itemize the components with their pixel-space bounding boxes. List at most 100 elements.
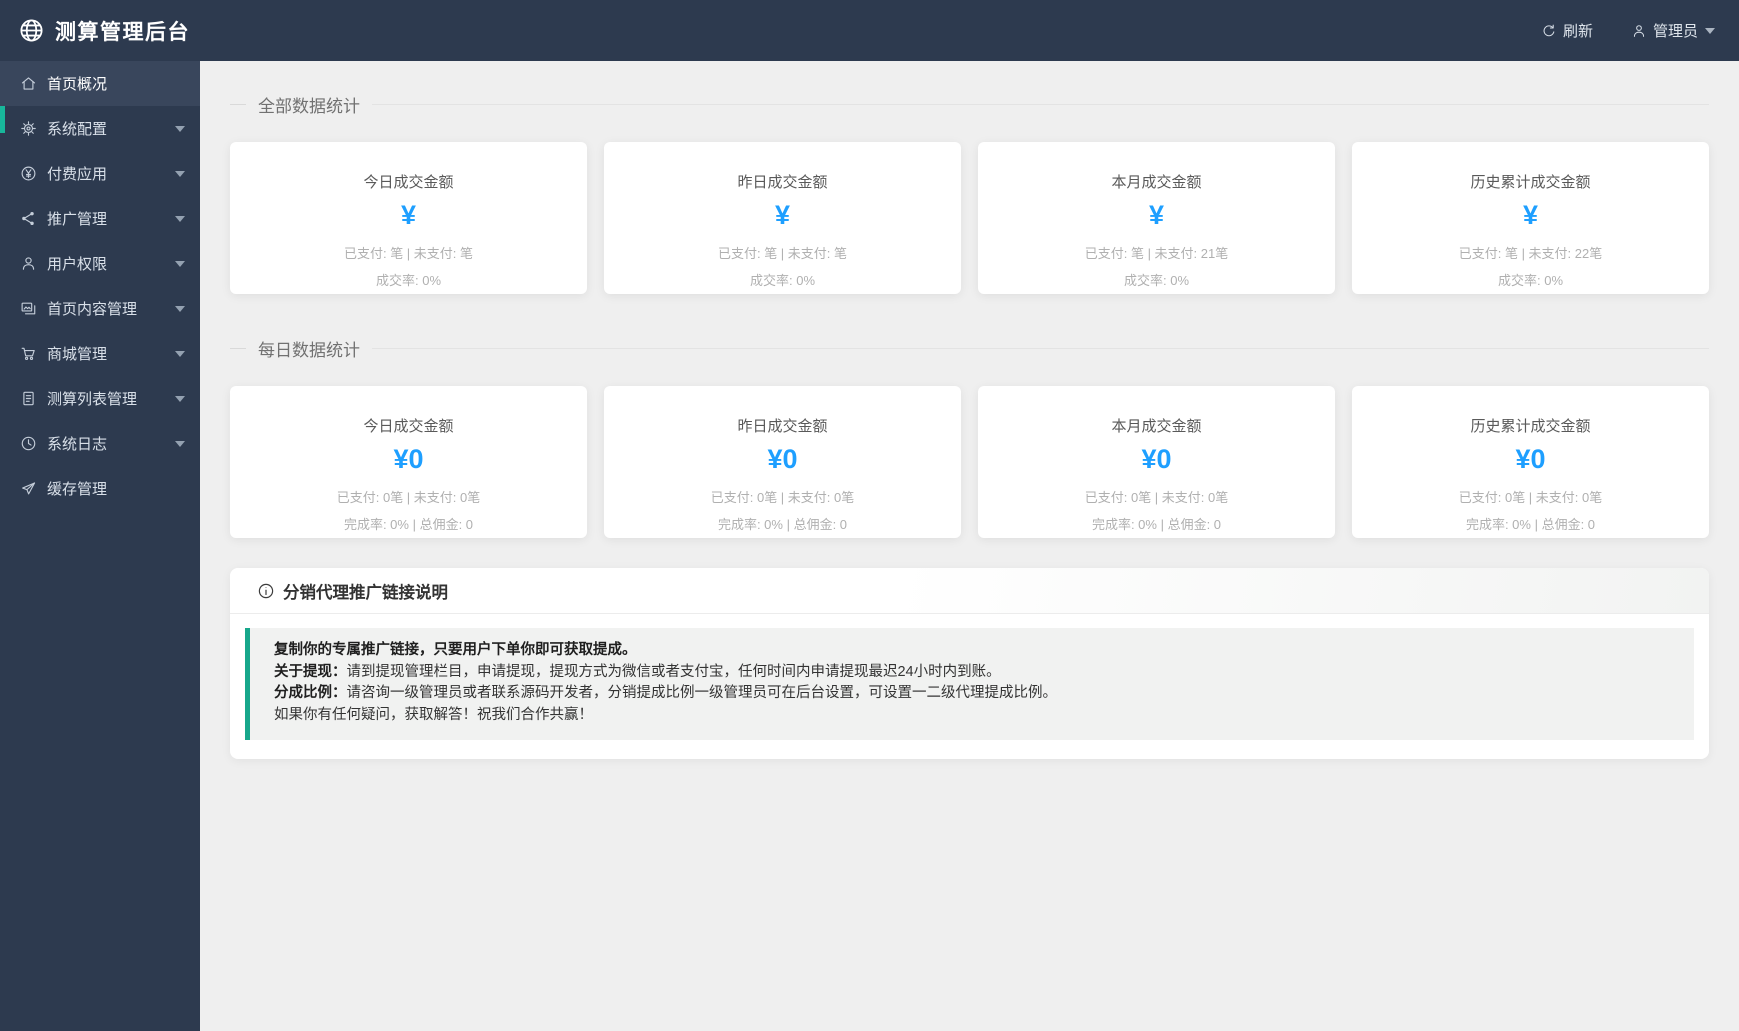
sidebar-item[interactable]: 推广管理 [0, 196, 200, 241]
stat-card: 本月成交金额¥0已支付: 0笔 | 未支付: 0笔完成率: 0% | 总佣金: … [978, 386, 1335, 538]
stat-card-title: 今日成交金额 [230, 415, 587, 436]
globe-icon [18, 17, 45, 44]
sidebar-menu: 首页概况系统配置付费应用推广管理用户权限首页内容管理商城管理测算列表管理系统日志… [0, 61, 200, 511]
sidebar-item[interactable]: 商城管理 [0, 331, 200, 376]
sidebar-item[interactable]: 首页内容管理 [0, 286, 200, 331]
stat-card-detail: 已支付: 笔 | 未支付: 22笔 [1352, 243, 1709, 262]
stat-card-title: 今日成交金额 [230, 171, 587, 192]
sidebar-item[interactable]: 系统日志 [0, 421, 200, 466]
stat-card: 今日成交金额 ¥0 已支付: 0笔 | 未支付: 0笔完成率: 0% | 总佣金: … [230, 386, 587, 538]
notice-line-text: 请咨询一级管理员或者联系源码开发者，分销提成比例一级管理员可在后台设置，可设置一… [347, 685, 1058, 701]
notice-text-block: 复制你的专属推广链接，只要用户下单你即可获取提成。关于提现：请到提现管理栏目，申… [245, 628, 1694, 740]
stat-card-detail: 成交率: 0% [1352, 270, 1709, 289]
topbar-actions: 刷新 管理员 [1541, 20, 1715, 41]
section-title: 全部数据统计 [258, 92, 360, 117]
clock-icon [20, 435, 37, 452]
stat-card-detail: 完成率: 0% | 总佣金: 0 [1352, 514, 1709, 533]
chevron-down-icon [175, 171, 185, 177]
stat-card: 历史累计成交金额 ¥ 已支付: 笔 | 未支付: 22笔成交率: 0% [1352, 142, 1709, 294]
sidebar-item-label: 缓存管理 [47, 478, 107, 499]
app-title: 测算管理后台 [55, 16, 190, 46]
chevron-down-icon [175, 441, 185, 447]
stat-card-amount: ¥ [1352, 200, 1709, 231]
sidebar-item[interactable]: 系统配置 [0, 106, 200, 151]
sidebar-item[interactable]: 缓存管理 [0, 466, 200, 511]
home-icon [20, 75, 37, 92]
sidebar-item[interactable]: 用户权限 [0, 241, 200, 286]
sidebar-item-label: 用户权限 [47, 253, 107, 274]
stat-card-detail: 完成率: 0% | 总佣金: 0 [978, 514, 1335, 533]
sidebar-item-label: 付费应用 [47, 163, 107, 184]
list-icon [20, 390, 37, 407]
stat-card-amount: ¥0 [604, 444, 961, 475]
divider-line [372, 348, 1709, 349]
stat-card-amount: ¥0 [230, 444, 587, 475]
topbar: 测算管理后台 刷新 管理员 [0, 0, 1739, 61]
main-content: 全部数据统计今日成交金额¥已支付: 笔 | 未支付: 笔成交率: 0%昨日成交金… [200, 61, 1739, 1031]
stat-card-title: 本月成交金额 [978, 171, 1335, 192]
sidebar-item[interactable]: 付费应用 [0, 151, 200, 196]
sidebar-item-label: 测算列表管理 [47, 388, 137, 409]
refresh-icon [1541, 23, 1557, 39]
stat-card-title: 本月成交金额 [978, 415, 1335, 436]
stat-card-detail: 已支付: 0笔 | 未支付: 0笔 [230, 487, 587, 506]
chevron-down-icon [175, 351, 185, 357]
stat-card: 今日成交金额¥已支付: 笔 | 未支付: 笔成交率: 0% [230, 142, 587, 294]
sidebar-item-label: 商城管理 [47, 343, 107, 364]
stat-card-detail: 已支付: 0笔 | 未支付: 0笔 [978, 487, 1335, 506]
chevron-down-icon [175, 261, 185, 267]
user-icon [20, 255, 37, 272]
stats-section: 每日数据统计今日成交金额¥0已支付: 0笔 | 未支付: 0笔完成率: 0% |… [230, 336, 1709, 538]
sidebar-item-label: 首页内容管理 [47, 298, 137, 319]
user-label: 管理员 [1653, 20, 1698, 41]
notice-title: 分销代理推广链接说明 [283, 579, 448, 603]
stat-card: 本月成交金额¥已支付: 笔 | 未支付: 21笔成交率: 0% [978, 142, 1335, 294]
notice-line: 如果你有任何疑问，获取解答！祝我们合作共赢！ [274, 705, 1670, 727]
stat-card-title: 历史累计成交金额 [1352, 171, 1709, 192]
brand: 测算管理后台 [18, 16, 190, 46]
refresh-button[interactable]: 刷新 [1541, 20, 1593, 41]
stats-sections: 全部数据统计今日成交金额¥已支付: 笔 | 未支付: 笔成交率: 0%昨日成交金… [230, 92, 1709, 538]
sidebar-item-label: 推广管理 [47, 208, 107, 229]
section-header: 每日数据统计 [230, 336, 1709, 361]
notice-line-bold: 关于提现： [274, 664, 347, 680]
stat-card: 昨日成交金额¥已支付: 笔 | 未支付: 笔成交率: 0% [604, 142, 961, 294]
send-icon [20, 480, 37, 497]
sidebar-item-label: 系统日志 [47, 433, 107, 454]
stat-card-detail: 完成率: 0% | 总佣金: 0 [604, 514, 961, 533]
refresh-label: 刷新 [1563, 20, 1593, 41]
gear-icon [20, 120, 37, 137]
stat-card-detail: 已支付: 0笔 | 未支付: 0笔 [604, 487, 961, 506]
chevron-down-icon [1705, 28, 1715, 34]
stat-card-title: 昨日成交金额 [604, 171, 961, 192]
sidebar-item[interactable]: 测算列表管理 [0, 376, 200, 421]
divider-line [372, 104, 1709, 105]
sidebar: 首页概况系统配置付费应用推广管理用户权限首页内容管理商城管理测算列表管理系统日志… [0, 61, 200, 1031]
person-icon [1631, 23, 1647, 39]
chevron-down-icon [175, 396, 185, 402]
notice-line-bold: 复制你的专属推广链接，只要用户下单你即可获取提成。 [274, 642, 637, 658]
user-menu-button[interactable]: 管理员 [1631, 20, 1715, 41]
info-icon [257, 582, 275, 600]
stat-card-detail: 已支付: 0笔 | 未支付: 0笔 [1352, 487, 1709, 506]
content-icon [20, 300, 37, 317]
section-header: 全部数据统计 [230, 92, 1709, 117]
notice-line: 关于提现：请到提现管理栏目，申请提现，提现方式为微信或者支付宝，任何时间内申请提… [274, 662, 1670, 684]
divider-line [230, 104, 246, 105]
stat-card-detail: 成交率: 0% [230, 270, 587, 289]
sidebar-item-label: 系统配置 [47, 118, 107, 139]
stat-card-detail: 成交率: 0% [978, 270, 1335, 289]
cart-icon [20, 345, 37, 362]
divider-line [230, 348, 246, 349]
chevron-down-icon [175, 126, 185, 132]
stat-card: 历史累计成交金额¥0已支付: 0笔 | 未支付: 0笔完成率: 0% | 总佣金… [1352, 386, 1709, 538]
chevron-down-icon [175, 306, 185, 312]
stat-card-detail: 已支付: 笔 | 未支付: 21笔 [978, 243, 1335, 262]
stat-card-title: 昨日成交金额 [604, 415, 961, 436]
sidebar-item[interactable]: 首页概况 [0, 61, 200, 106]
stats-section: 全部数据统计今日成交金额¥已支付: 笔 | 未支付: 笔成交率: 0%昨日成交金… [230, 92, 1709, 294]
stat-card-detail: 完成率: 0% | 总佣金: 0 [230, 514, 587, 533]
stat-card-detail: 已支付: 笔 | 未支付: 笔 [230, 243, 587, 262]
stat-card-detail: 已支付: 笔 | 未支付: 笔 [604, 243, 961, 262]
notice-line-text: 请到提现管理栏目，申请提现，提现方式为微信或者支付宝，任何时间内申请提现最迟24… [347, 664, 1001, 680]
